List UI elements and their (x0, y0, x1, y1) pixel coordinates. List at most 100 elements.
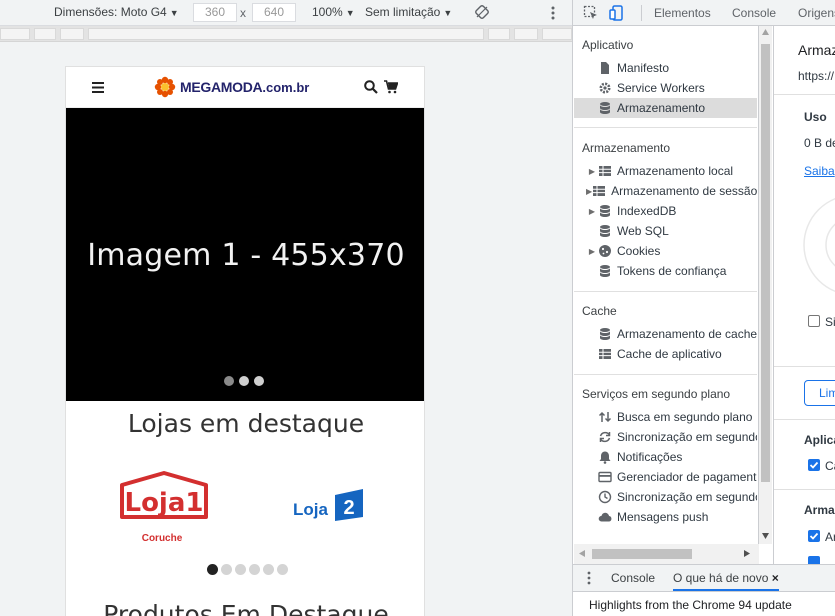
ruler-segment[interactable] (60, 28, 84, 40)
sidebar-horizontal-scrollbar[interactable] (574, 544, 759, 564)
tab-sources[interactable]: Origens (798, 6, 835, 20)
carousel-dot[interactable] (235, 564, 246, 575)
ruler-segment[interactable] (542, 28, 572, 40)
swap-arrows-icon (598, 411, 612, 423)
screen: Dimensões: Moto G4 ▼ 360 x 640 100% ▼ Sem … (0, 0, 835, 616)
site-logo[interactable]: MEGAMODA .com.br (154, 76, 309, 98)
throttle-select[interactable]: Sem limitação ▼ (365, 5, 452, 19)
application-sidebar: Aplicativo Manifesto Service Workers Arm… (574, 26, 759, 564)
carousel-dot[interactable] (254, 376, 264, 386)
stores-title: Lojas em destaque (127, 409, 365, 438)
divider (574, 127, 757, 128)
cloud-icon (598, 512, 612, 522)
sidebar-item-cookies[interactable]: ▶ Cookies (574, 241, 757, 261)
usage-heading: Uso (804, 110, 827, 124)
device-select[interactable]: Dimensões: Moto G4 ▼ (54, 5, 179, 19)
ruler-segment[interactable] (514, 28, 538, 40)
throttle-label: Sem limitação (365, 5, 441, 19)
width-input[interactable]: 360 (193, 3, 237, 22)
sidebar-item-background-fetch[interactable]: Busca em segundo plano (574, 407, 757, 427)
scroll-right-icon[interactable] (744, 550, 750, 557)
divider (774, 489, 835, 490)
clear-site-data-button[interactable]: Lim (804, 380, 835, 406)
tab-console[interactable]: Console (732, 6, 776, 20)
sidebar-item-websql[interactable]: Web SQL (574, 221, 757, 241)
sidebar-item-background-sync[interactable]: Sincronização em segundo (574, 427, 757, 447)
scroll-down-icon[interactable] (762, 533, 769, 539)
height-input[interactable]: 640 (252, 3, 296, 22)
divider (574, 291, 757, 292)
sidebar-item-periodic-sync[interactable]: Sincronização em segundo (574, 487, 757, 507)
more-options-icon[interactable] (548, 4, 558, 22)
inspect-element-icon[interactable] (583, 5, 599, 21)
ruler-segment[interactable] (88, 28, 484, 40)
cart-icon[interactable] (384, 80, 398, 94)
sidebar-item-trust-tokens[interactable]: Tokens de confiança (574, 261, 757, 281)
menu-icon[interactable] (92, 82, 104, 93)
store-logo-loja1[interactable]: Loja1 Coruche (114, 467, 214, 547)
sidebar-vertical-scrollbar[interactable] (759, 26, 772, 544)
device-toolbar: Dimensões: Moto G4 ▼ 360 x 640 100% ▼ Sem … (0, 0, 572, 26)
scrollbar-thumb[interactable] (592, 549, 692, 559)
products-title: Produtos Em Destaque (103, 600, 389, 616)
sidebar-item-indexeddb[interactable]: ▶ IndexedDB (574, 201, 757, 221)
sidebar-item-service-workers[interactable]: Service Workers (574, 78, 757, 98)
checkbox-checked[interactable] (808, 530, 820, 542)
checkbox-checked[interactable] (808, 459, 820, 471)
zoom-select[interactable]: 100% ▼ (312, 5, 355, 19)
section-background-services: Serviços em segundo plano (582, 387, 731, 401)
carousel-dot[interactable] (249, 564, 260, 575)
devtools-drawer: Console O que há de novo × Highlights fr… (573, 564, 835, 616)
drawer-menu-icon[interactable] (587, 571, 591, 585)
sidebar-item-payment-handler[interactable]: Gerenciador de pagament (574, 467, 757, 487)
scroll-up-icon[interactable] (762, 29, 769, 35)
table-icon (599, 166, 611, 176)
devtools-panel: Elementos Console Origens Aplicativo Man… (572, 0, 835, 616)
carousel-dot[interactable] (263, 564, 274, 575)
learn-more-link[interactable]: Saiba (804, 164, 835, 178)
sidebar-item-cache-storage[interactable]: Armazenamento de cache (574, 324, 757, 344)
hero-carousel[interactable]: Imagem 1 - 455x370 (66, 108, 424, 401)
ruler-segment[interactable] (34, 28, 56, 40)
section-cache: Cache (582, 304, 617, 318)
close-icon[interactable]: × (772, 571, 779, 585)
store1-name: Loja1 (125, 488, 204, 518)
carousel-dot[interactable] (221, 564, 232, 575)
scrollbar-thumb[interactable] (761, 44, 770, 482)
sidebar-item-storage[interactable]: Armazenamento (574, 98, 757, 118)
simulate-quota-checkbox[interactable] (808, 315, 820, 327)
search-icon[interactable] (364, 80, 378, 94)
drawer-tab-label: O que há de novo (673, 571, 769, 585)
carousel-dot[interactable] (224, 376, 234, 386)
document-icon (601, 62, 609, 74)
carousel-dot-active[interactable] (207, 564, 218, 575)
drawer-tab-console[interactable]: Console (611, 571, 655, 585)
database-icon (600, 265, 610, 277)
checkbox-checked[interactable] (808, 556, 820, 564)
carousel-dot[interactable] (277, 564, 288, 575)
store-logo-loja2[interactable]: Loja 2 (291, 485, 371, 525)
drawer-tab-whats-new[interactable]: O que há de novo × (673, 571, 779, 591)
sidebar-item-label: Armazenamento de sessão (611, 184, 757, 198)
ruler-segment[interactable] (488, 28, 510, 40)
rotate-icon[interactable] (474, 4, 490, 20)
expand-arrow-icon[interactable]: ▶ (586, 167, 598, 176)
usage-pie-chart (803, 197, 835, 293)
sidebar-item-session-storage[interactable]: ▶ Armazenamento de sessão (574, 181, 757, 201)
sidebar-item-notifications[interactable]: Notificações (574, 447, 757, 467)
tab-elements[interactable]: Elementos (654, 6, 711, 20)
sidebar-item-local-storage[interactable]: ▶ Armazenamento local (574, 161, 757, 181)
devtools-tabbar: Elementos Console Origens (573, 0, 835, 26)
device-toolbar-toggle-icon[interactable] (609, 5, 625, 21)
sidebar-item-label: Cache de aplicativo (617, 347, 722, 361)
expand-arrow-icon[interactable]: ▶ (586, 247, 598, 256)
sidebar-item-app-cache[interactable]: Cache de aplicativo (574, 344, 757, 364)
scroll-left-icon[interactable] (579, 550, 585, 557)
expand-arrow-icon[interactable]: ▶ (586, 207, 598, 216)
sidebar-item-push-messaging[interactable]: Mensagens push (574, 507, 757, 527)
ruler-segment[interactable] (0, 28, 30, 40)
brand-tld: .com.br (262, 79, 310, 95)
carousel-dot-active[interactable] (239, 376, 249, 386)
caret-down-icon: ▼ (345, 8, 355, 18)
sidebar-item-manifest[interactable]: Manifesto (574, 58, 757, 78)
